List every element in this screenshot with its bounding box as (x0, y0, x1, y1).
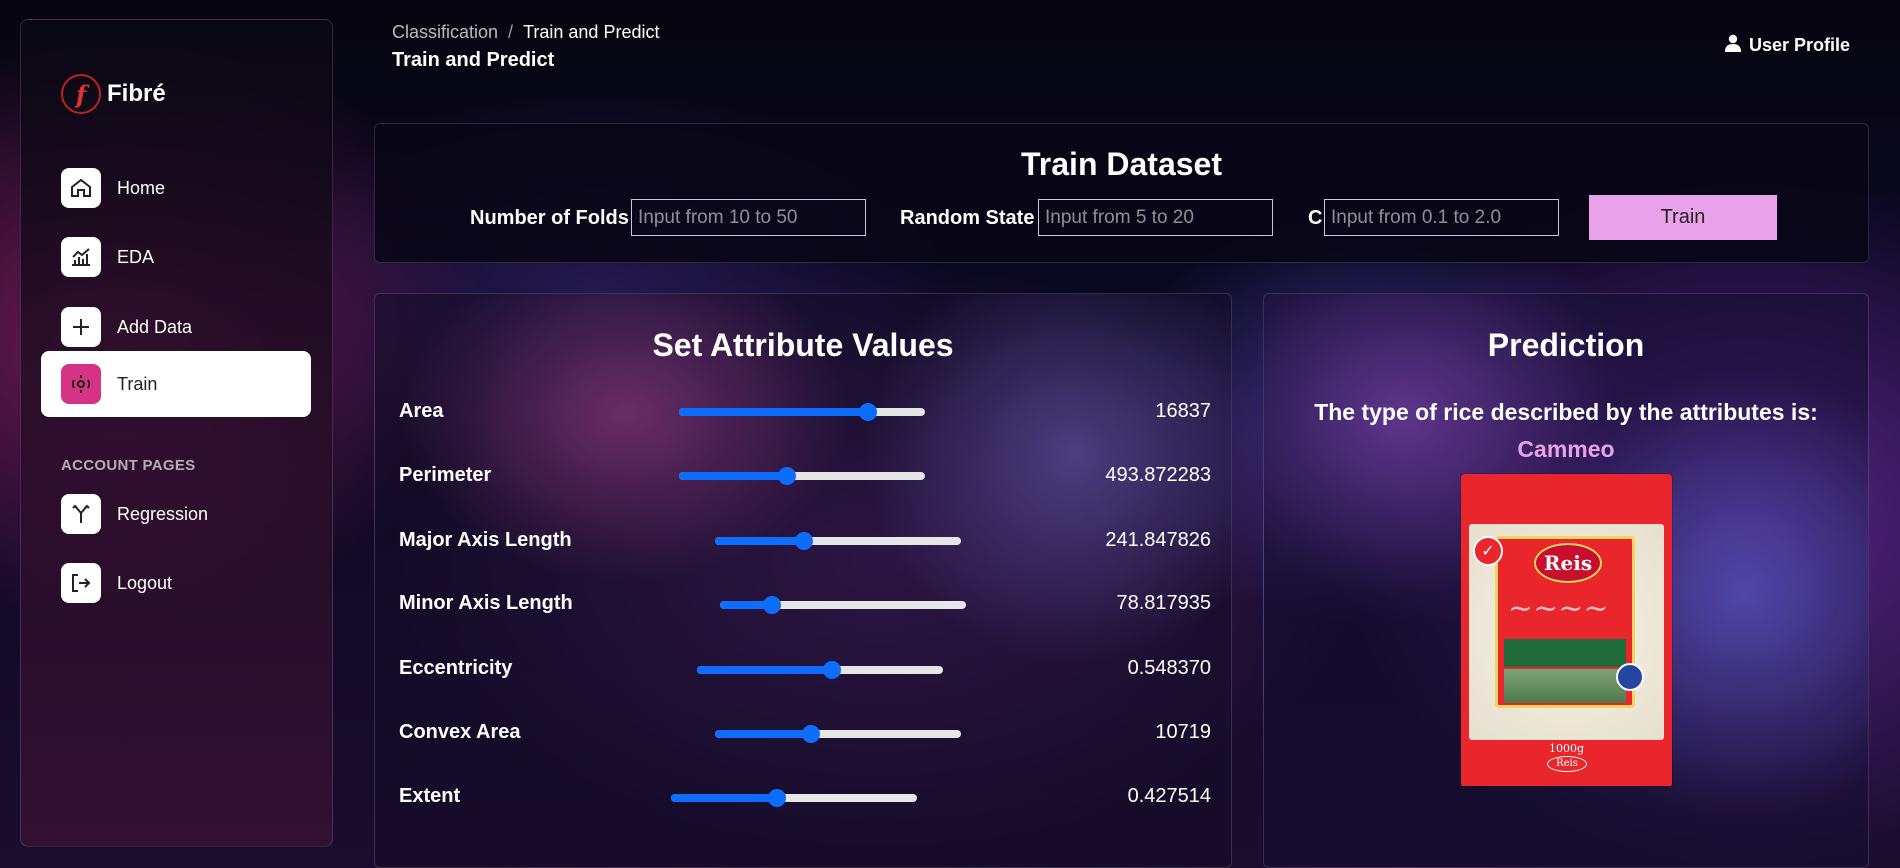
regression-icon (61, 494, 101, 534)
breadcrumb-parent[interactable]: Classification (392, 22, 498, 43)
attribute-name: Eccentricity (399, 657, 513, 679)
sidebar-item-train[interactable]: Train (41, 351, 311, 417)
train-icon (61, 364, 101, 404)
attribute-values-card: Set Attribute Values Area 16837 Perimete… (374, 293, 1232, 868)
brand-logo-icon: f (61, 74, 101, 114)
attribute-name: Perimeter (399, 464, 492, 486)
rice-bag-image: Reis ~~~~ ✓ 1000g Reis (1461, 474, 1672, 786)
chart-icon (61, 237, 101, 277)
user-icon (1724, 34, 1741, 57)
convex-area-slider[interactable] (715, 725, 961, 743)
user-profile-label: User Profile (1748, 35, 1850, 55)
attribute-name: Minor Axis Length (399, 592, 573, 614)
sidebar-item-label: Train (117, 373, 158, 394)
perimeter-slider[interactable] (679, 467, 925, 485)
plus-icon (61, 307, 101, 347)
train-button[interactable]: Train (1589, 195, 1777, 240)
rice-green-strip (1504, 639, 1626, 667)
attribute-value: 0.548370 (1127, 657, 1211, 679)
prediction-card: Prediction The type of rice described by… (1263, 293, 1869, 868)
rice-brand-small: Reis (1547, 756, 1587, 772)
rice-weight: 1000g (1548, 742, 1585, 755)
attribute-value: 493.872283 (1105, 464, 1211, 486)
section-label-account-pages: ACCOUNT PAGES (61, 457, 196, 474)
sidebar-item-label: Logout (117, 572, 173, 593)
c-input[interactable] (1324, 199, 1559, 236)
eccentricity-slider[interactable] (697, 661, 943, 679)
extent-slider[interactable] (671, 789, 917, 807)
brand-name: Fibré (107, 80, 166, 107)
attribute-name: Major Axis Length (399, 529, 572, 551)
attribute-name: Area (399, 400, 444, 422)
attribute-value: 10719 (1155, 721, 1211, 743)
sidebar: f Fibré Home EDA Add Data Train ACCOUNT … (20, 19, 333, 847)
attribute-name: Convex Area (399, 721, 521, 743)
user-profile-link[interactable]: User Profile (1724, 34, 1850, 57)
prediction-text: The type of rice described by the attrib… (1314, 399, 1818, 425)
attribute-value: 241.847826 (1105, 529, 1211, 551)
rice-brand-logo: Reis (1534, 543, 1602, 583)
sidebar-item-label: Home (117, 177, 166, 198)
home-icon (61, 168, 101, 208)
breadcrumb-separator: / (508, 22, 514, 42)
random-state-label: Random State (900, 207, 1035, 229)
attribute-value: 0.427514 (1127, 785, 1211, 807)
logout-icon (61, 563, 101, 603)
folds-input[interactable] (631, 199, 866, 236)
minor-axis-length-slider[interactable] (720, 596, 966, 614)
attribute-values-title: Set Attribute Values (652, 327, 954, 363)
sidebar-item-add-data[interactable]: Add Data (41, 295, 311, 359)
attribute-value: 78.817935 (1116, 592, 1211, 614)
attribute-name: Extent (399, 785, 461, 807)
random-state-input[interactable] (1038, 199, 1273, 236)
page-title: Train and Predict (392, 49, 555, 71)
sidebar-item-label: Add Data (117, 316, 193, 337)
sidebar-item-label: EDA (117, 246, 155, 267)
rice-field-image (1504, 669, 1626, 703)
breadcrumb: Classification / Train and Predict (392, 22, 659, 43)
prediction-class: Cammeo (1517, 436, 1615, 462)
sidebar-item-home[interactable]: Home (41, 156, 311, 220)
rice-bag-label: Reis ~~~~ (1495, 536, 1644, 708)
rice-badge-icon (1616, 663, 1644, 691)
check-icon: ✓ (1473, 536, 1503, 566)
area-slider[interactable] (679, 403, 925, 421)
c-label: C (1308, 207, 1323, 229)
sidebar-item-label: Regression (117, 503, 209, 524)
sidebar-item-regression[interactable]: Regression (41, 482, 311, 546)
folds-label: Number of Folds (470, 207, 629, 229)
prediction-title: Prediction (1487, 327, 1645, 363)
train-dataset-title: Train Dataset (1021, 146, 1222, 182)
sidebar-item-eda[interactable]: EDA (41, 225, 311, 289)
sidebar-item-logout[interactable]: Logout (41, 551, 311, 615)
rice-script-text: ~~~~ (1508, 591, 1609, 626)
attribute-value: 16837 (1155, 400, 1211, 422)
breadcrumb-current: Train and Predict (523, 22, 660, 42)
major-axis-length-slider[interactable] (715, 532, 961, 550)
train-dataset-card: Train Dataset Number of Folds Random Sta… (374, 123, 1869, 263)
brand[interactable]: f Fibré (61, 74, 166, 114)
